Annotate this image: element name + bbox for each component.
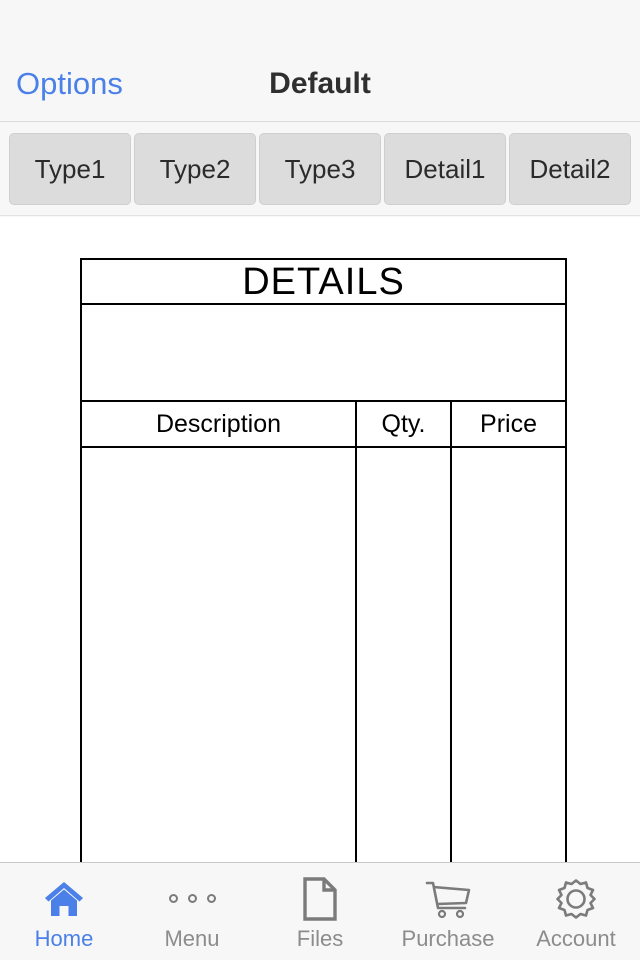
tab-account-label: Account <box>536 925 616 951</box>
page-title: Default <box>269 66 371 100</box>
segment-detail1-label: Detail1 <box>404 153 486 184</box>
segment-type3-label: Type3 <box>284 153 356 184</box>
bottom-tab-bar: Home Menu Files Purchase Account <box>0 862 640 960</box>
segment-type2-label: Type2 <box>159 153 231 184</box>
segment-detail2-label: Detail2 <box>529 153 611 184</box>
tab-menu[interactable]: Menu <box>128 863 256 960</box>
segment-type2[interactable]: Type2 <box>134 133 256 205</box>
gear-icon <box>552 877 600 921</box>
dots-icon <box>168 877 216 921</box>
table-row[interactable] <box>80 446 568 862</box>
home-icon <box>40 877 88 921</box>
cell-price[interactable] <box>449 446 568 862</box>
status-bar <box>0 0 640 46</box>
tab-home-label: Home <box>34 925 94 951</box>
column-header-price: Price <box>449 400 568 448</box>
content-area: DETAILS Description Qty. Price <box>0 217 640 862</box>
tab-purchase-label: Purchase <box>401 925 495 951</box>
tab-files-label: Files <box>296 925 344 951</box>
cell-description[interactable] <box>80 446 357 862</box>
tab-purchase[interactable]: Purchase <box>384 863 512 960</box>
table-row-column-headers: Description Qty. Price <box>80 400 568 448</box>
tab-menu-label: Menu <box>164 925 220 951</box>
segment-type3[interactable]: Type3 <box>259 133 381 205</box>
segment-type1-label: Type1 <box>34 153 106 184</box>
navigation-header: Options Default <box>0 46 640 122</box>
details-title-cell: DETAILS <box>79 258 568 305</box>
invoice-details-table: DETAILS Description Qty. Price <box>79 258 568 862</box>
tab-home[interactable]: Home <box>0 863 128 960</box>
app-root: Options Default Type1 Type2 Type3 Detail… <box>0 0 640 960</box>
document-icon <box>296 876 344 921</box>
table-row-title: DETAILS <box>79 258 568 305</box>
segment-bar: Type1 Type2 Type3 Detail1 Detail2 <box>0 123 640 216</box>
segment-detail2[interactable]: Detail2 <box>509 133 631 205</box>
details-meta-cell <box>79 303 568 402</box>
tab-files[interactable]: Files <box>256 863 384 960</box>
table-row-meta <box>79 303 568 402</box>
column-header-description: Description <box>80 400 357 448</box>
tab-account[interactable]: Account <box>512 863 640 960</box>
cart-icon <box>424 877 472 921</box>
segment-type1[interactable]: Type1 <box>9 133 131 205</box>
cell-qty[interactable] <box>355 446 452 862</box>
column-header-qty: Qty. <box>355 400 452 448</box>
segment-detail1[interactable]: Detail1 <box>384 133 506 205</box>
